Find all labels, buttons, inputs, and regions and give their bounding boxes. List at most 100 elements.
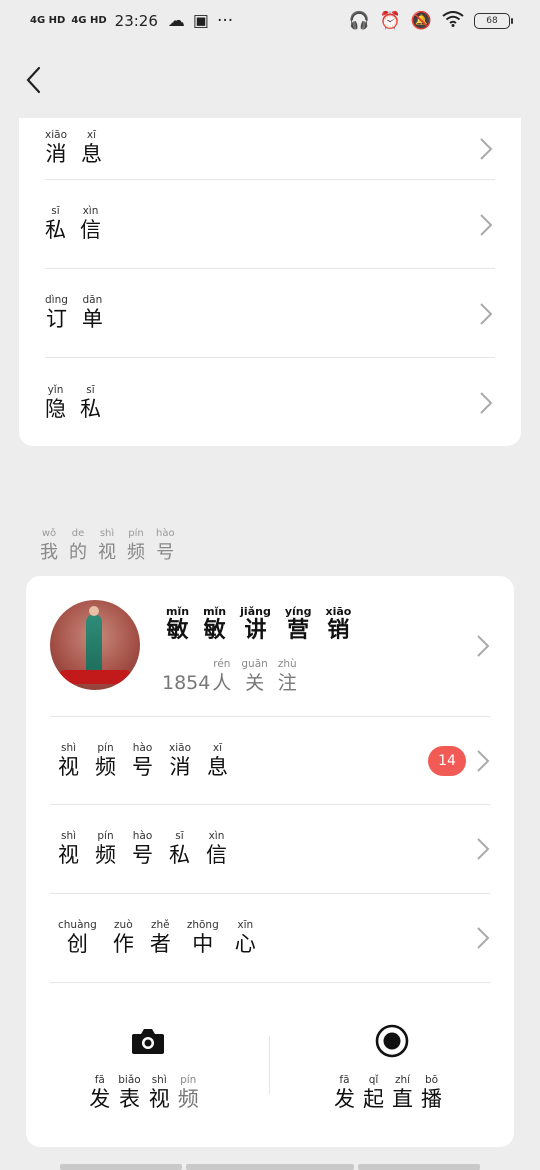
hanzi: 信 <box>206 843 227 867</box>
pinyin: sī <box>51 205 60 217</box>
pinyin: zhí <box>394 1074 411 1086</box>
ruby-char: xī 息 <box>207 742 228 780</box>
back-button[interactable] <box>18 62 48 98</box>
ruby-char: mǐn 敏 <box>203 606 226 644</box>
hanzi: 中 <box>192 932 214 956</box>
menu-item-orders[interactable]: dìng 订 dān 单 <box>45 269 495 358</box>
ruby-char: wǒ 我 <box>40 528 58 566</box>
mute-icon: 🔕 <box>410 11 432 31</box>
ruby-char: biǎo 表 <box>118 1074 140 1112</box>
hanzi: 号 <box>132 754 153 779</box>
menu-item-label: dìng 订 dān 单 <box>45 294 117 332</box>
ruby-char: dān 单 <box>82 294 103 332</box>
ruby-char: xiāo 销 <box>325 606 351 644</box>
pinyin: pín <box>128 528 144 539</box>
hanzi: 关 <box>245 672 265 694</box>
pinyin: sī <box>86 383 95 396</box>
bag-icon: ▣ <box>192 11 209 31</box>
menu-item-messages[interactable]: xiāo 消 xī 息 <box>45 118 495 180</box>
follower-count: 1854 rén 人 guān 关 zhù 注 <box>162 658 307 696</box>
hanzi: 表 <box>118 1087 140 1111</box>
ruby-char: sī 私 <box>169 830 190 868</box>
start-live-button[interactable]: fā 发 qǐ 起 zhí 直 bō 播 <box>270 1006 514 1147</box>
ruby-char: pín 频 <box>95 742 116 780</box>
hanzi: 频 <box>127 542 145 563</box>
hanzi: 视 <box>148 1087 170 1111</box>
ruby-char: hào 号 <box>132 742 153 780</box>
ruby-char: zhù 注 <box>278 658 297 696</box>
pinyin: shì <box>60 830 77 842</box>
pinyin: pín <box>97 830 114 842</box>
ruby-char: hào 号 <box>132 830 153 868</box>
chevron-right-icon <box>477 927 490 949</box>
ruby-char: zhí 直 <box>392 1074 413 1112</box>
pinyin: jiǎng <box>240 605 271 618</box>
ruby-char: rén 人 <box>212 658 231 696</box>
hanzi: 息 <box>207 754 228 779</box>
chevron-right-icon <box>480 138 493 160</box>
pinyin: xìn <box>208 830 225 842</box>
hanzi: 私 <box>169 843 190 867</box>
pinyin: wǒ <box>41 528 57 539</box>
menu-item-privacy[interactable]: yǐn 隐 sī 私 <box>45 358 495 447</box>
channel-menu-private-messages[interactable]: shì 视 pín 频 hào 号 sī 私 xìn 信 <box>50 805 490 894</box>
follower-count-number: 1854 <box>162 672 211 694</box>
channel-menu-messages[interactable]: shì 视 pín 频 hào 号 xiāo 消 xī 息 14 <box>50 716 490 805</box>
ruby-char: hào 号 <box>156 528 175 566</box>
pinyin: zhù <box>277 658 297 670</box>
pinyin: xìn <box>82 205 99 217</box>
ruby-char: zhōng 中 <box>187 919 219 957</box>
ruby-char: shì 视 <box>58 830 79 868</box>
channel-profile-row[interactable]: mǐn 敏 mǐn 敏 jiǎng 讲 yíng 营 xiāo 销 1854 rén 人 guān 关 z… <box>26 576 514 716</box>
camera-icon <box>131 1026 165 1056</box>
hanzi: 注 <box>277 672 297 694</box>
ruby-char: zuò 作 <box>113 919 134 957</box>
hanzi: 人 <box>212 672 232 694</box>
hanzi: 视 <box>58 843 79 867</box>
menu-item-label: sī 私 xìn 信 <box>45 205 115 243</box>
hanzi: 隐 <box>45 396 66 421</box>
hanzi: 信 <box>80 218 101 242</box>
hanzi: 号 <box>156 542 175 563</box>
avatar[interactable] <box>50 600 140 690</box>
ruby-char: bō 播 <box>421 1074 442 1112</box>
ruby-char: yǐn 隐 <box>45 384 66 422</box>
menu-item-label: yǐn 隐 sī 私 <box>45 384 115 422</box>
post-video-button[interactable]: fā 发 biǎo 表 shì 视 pín 频 <box>26 1006 270 1147</box>
hanzi: 频 <box>95 754 116 779</box>
hanzi: 发 <box>89 1087 111 1111</box>
pinyin: xiāo <box>169 741 191 754</box>
bottom-strip-2 <box>186 1164 354 1170</box>
action-label: fā 发 biǎo 表 shì 视 pín 频 <box>89 1074 206 1112</box>
hanzi: 视 <box>58 754 79 779</box>
menu-item-private-messages[interactable]: sī 私 xìn 信 <box>45 180 495 269</box>
channel-name: mǐn 敏 mǐn 敏 jiǎng 讲 yíng 营 xiāo 销 <box>166 606 365 644</box>
chevron-right-icon <box>480 391 493 414</box>
ruby-char: qǐ 起 <box>363 1074 384 1112</box>
pinyin: fā <box>339 1074 350 1086</box>
pinyin: chuàng <box>58 919 97 931</box>
pinyin: zhě <box>151 919 170 931</box>
hanzi: 消 <box>169 754 191 779</box>
pinyin: zuò <box>114 919 133 931</box>
ruby-char: xī 息 <box>81 129 102 167</box>
ruby-char: fā 发 <box>334 1074 355 1112</box>
pinyin: biǎo <box>118 1074 141 1086</box>
hanzi: 销 <box>327 618 350 643</box>
ruby-char: pín 频 <box>127 528 145 566</box>
ruby-char: xìn 信 <box>206 830 227 868</box>
ruby-char: shì 视 <box>98 528 116 566</box>
pinyin: mǐn <box>166 605 190 618</box>
hanzi: 消 <box>45 141 67 166</box>
action-label: fā 发 qǐ 起 zhí 直 bō 播 <box>334 1074 450 1112</box>
channel-menu-creator-center[interactable]: chuàng 创 zuò 作 zhě 者 zhōng 中 xīn 心 <box>50 894 490 983</box>
pinyin: mǐn <box>203 605 227 618</box>
pinyin: fā <box>94 1074 105 1086</box>
headphones-icon: 🎧 <box>348 11 370 31</box>
ruby-char: de 的 <box>69 528 87 566</box>
menu-item-label: shì 视 pín 频 hào 号 sī 私 xìn 信 <box>58 830 243 868</box>
pinyin: pín <box>180 1074 197 1086</box>
pinyin: shì <box>99 528 115 539</box>
action-bar: fā 发 biǎo 表 shì 视 pín 频 fā 发 qǐ 起 zhí 直 bō 播 <box>26 1006 514 1147</box>
ruby-char: shì 视 <box>149 1074 170 1112</box>
